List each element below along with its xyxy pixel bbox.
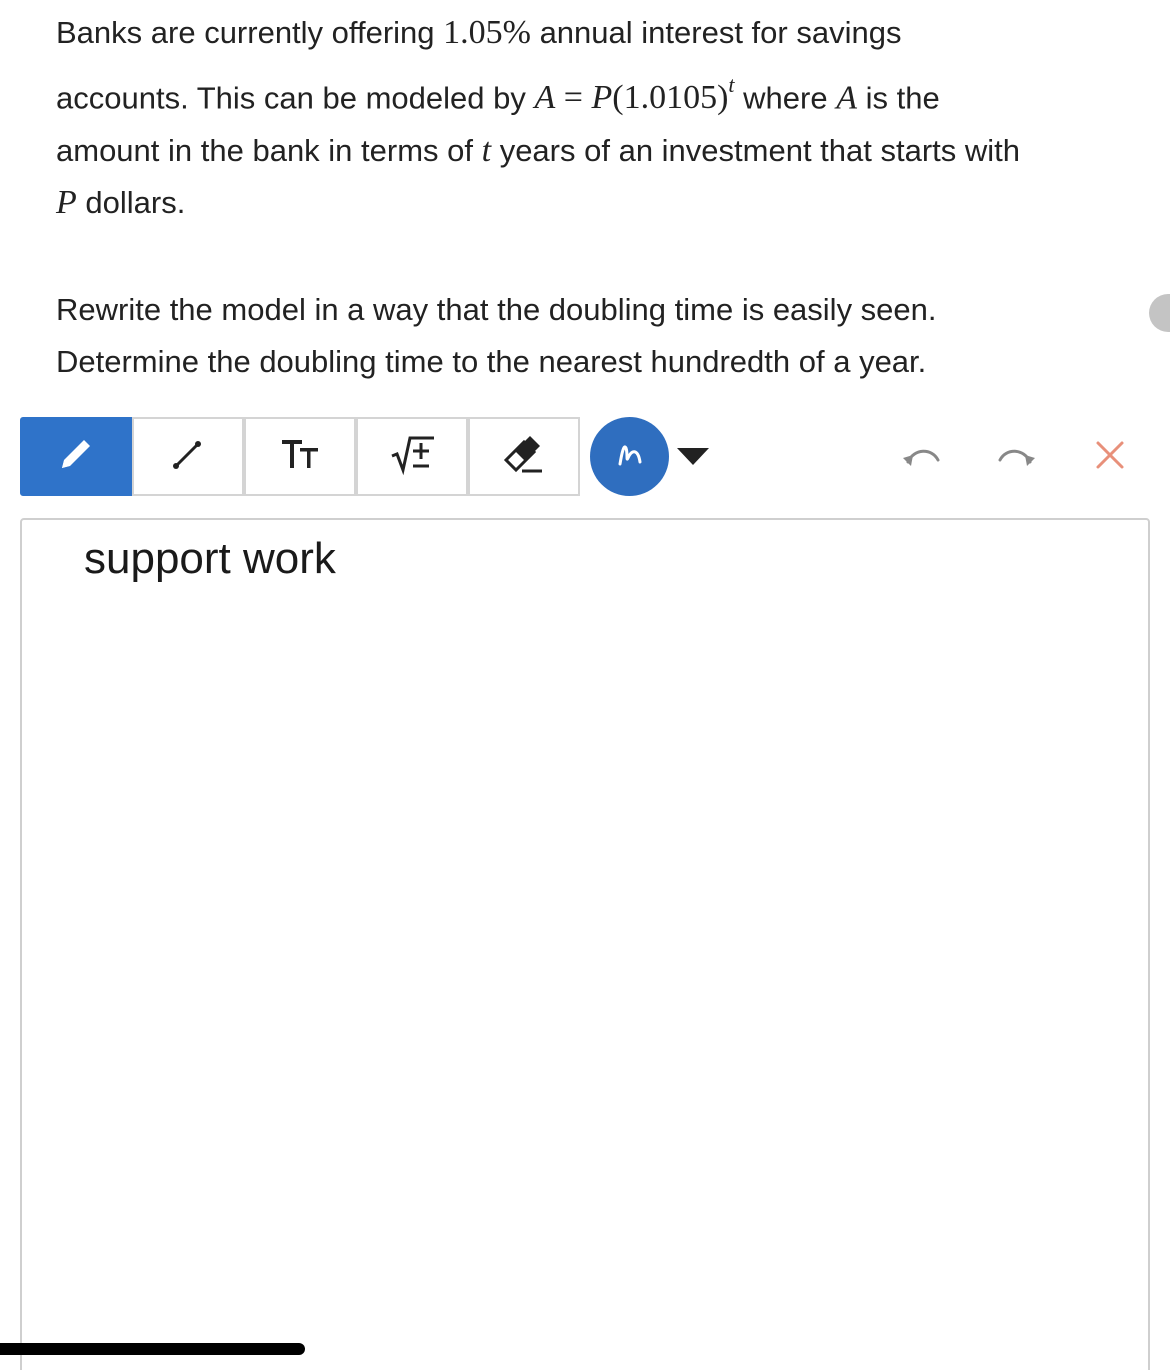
undo-icon [900,440,944,475]
formula-var-a: A [534,79,556,117]
redo-button[interactable] [996,437,1036,477]
eraser-tool-button[interactable] [468,417,580,496]
formula-base: (1.0105) [612,79,729,117]
problem-text: is the [856,80,940,116]
variable-a: A [836,79,857,117]
formula-equals: = [555,79,592,117]
redo-icon [994,440,1038,475]
canvas-text-label: support work [84,534,336,583]
instruction-text: Determine the doubling time to the neare… [56,344,927,379]
variable-t: t [481,132,492,169]
squiggle-icon [610,434,650,479]
side-panel-tab[interactable] [1149,294,1170,332]
text-size-icon [278,432,322,481]
problem-text: years of an investment that starts with [491,133,1021,168]
problem-line-3: amount in the bank in terms of t years o… [56,132,1020,170]
problem-text: accounts. This can be modeled by [56,80,535,116]
line-tool-button[interactable] [132,417,244,496]
undo-button[interactable] [902,437,942,477]
math-tool-button[interactable] [356,417,468,496]
problem-text: Banks are currently offering [56,15,444,50]
text-tool-button[interactable] [244,417,356,496]
problem-text: amount in the bank in terms of [56,133,482,168]
problem-text: dollars. [76,185,186,220]
drawing-toolbar [20,417,1150,497]
home-indicator[interactable] [0,1343,305,1355]
clear-button[interactable] [1090,437,1130,477]
pen-color-button[interactable] [590,417,669,496]
formula-exponent: t [728,72,735,97]
variable-p: P [56,184,77,221]
chevron-down-icon[interactable] [677,448,709,465]
problem-line-4: P dollars. [56,184,185,222]
drawing-canvas[interactable]: support work [20,518,1150,1370]
problem-text: annual interest for savings [530,15,902,50]
pencil-tool-button[interactable] [20,417,132,496]
close-icon [1094,439,1126,476]
problem-line-2: accounts. This can be modeled by A = P(1… [56,72,940,117]
problem-line-1: Banks are currently offering 1.05% annua… [56,14,901,52]
pencil-icon [54,432,98,481]
instruction-line-2: Determine the doubling time to the neare… [56,344,926,380]
formula-var-p: P [591,79,613,117]
problem-text: where [734,80,837,116]
interest-rate: 1.05% [443,14,531,51]
eraser-icon [500,432,548,481]
model-formula: A = P(1.0105)t [534,72,735,117]
sqrt-plus-minus-icon [388,432,436,481]
instruction-text: Rewrite the model in a way that the doub… [56,292,937,327]
line-icon [166,432,210,481]
instruction-line-1: Rewrite the model in a way that the doub… [56,292,937,328]
